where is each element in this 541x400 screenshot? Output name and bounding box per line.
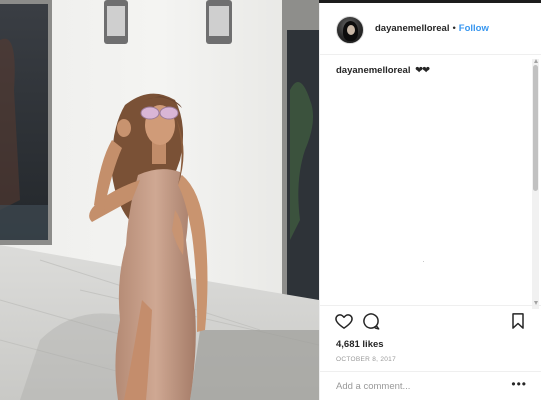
post-date: OCTOBER 8, 2017 <box>336 356 397 363</box>
stray-pixel <box>423 261 424 262</box>
speech-bubble-icon[interactable] <box>361 311 381 331</box>
divider <box>320 371 541 372</box>
ellipsis-icon[interactable]: ••• <box>511 378 527 390</box>
divider <box>320 305 541 306</box>
bookmark-icon[interactable] <box>508 311 528 331</box>
caption-username-link[interactable]: dayanemelloreal <box>336 65 410 76</box>
post-header: dayanemelloreal • Follow <box>320 3 541 55</box>
header-text: dayanemelloreal • Follow <box>375 23 489 34</box>
avatar[interactable] <box>336 16 364 44</box>
caption-text: ❤❤ <box>415 65 430 76</box>
post-side-panel: dayanemelloreal • Follow dayanemelloreal ❤… <box>319 3 541 400</box>
post-photo[interactable] <box>0 0 319 400</box>
comments-list: dayanemelloreal ❤❤ <box>336 65 526 76</box>
scroll-up-arrow-icon[interactable] <box>534 59 538 63</box>
add-comment-input[interactable] <box>336 377 506 395</box>
likes-count[interactable]: 4,681 likes <box>336 339 384 350</box>
follow-button[interactable]: Follow <box>459 23 489 34</box>
heart-outline-icon[interactable] <box>334 311 354 331</box>
action-bar <box>320 309 541 335</box>
scrollbar-thumb[interactable] <box>533 65 538 191</box>
header-username-link[interactable]: dayanemelloreal <box>375 23 449 34</box>
header-separator: • <box>452 23 456 34</box>
